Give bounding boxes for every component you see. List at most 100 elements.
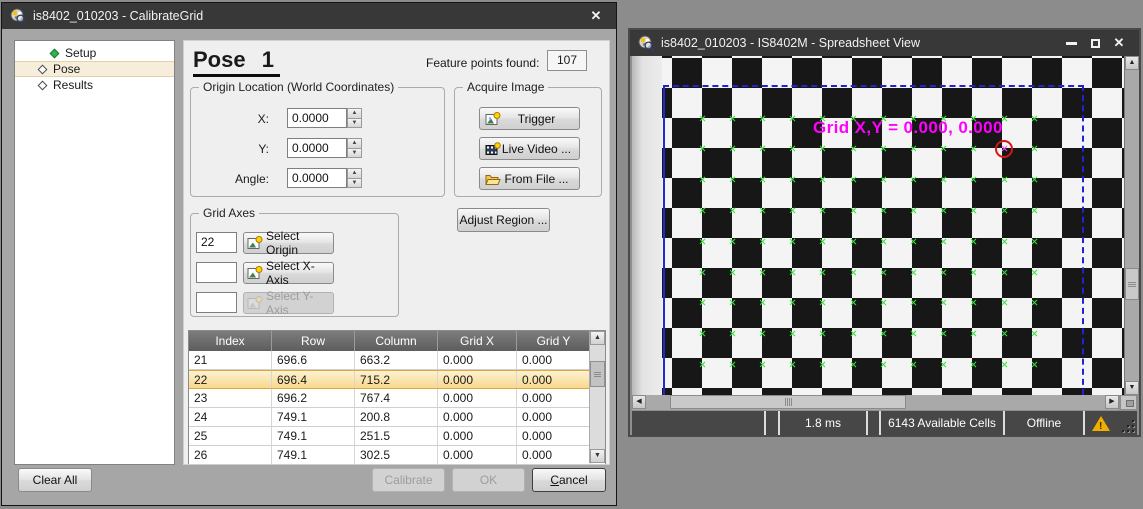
feature-cross-icon — [940, 330, 947, 337]
feature-cross-icon — [940, 207, 947, 214]
scroll-up-icon[interactable]: ▲ — [1125, 56, 1139, 70]
scroll-right-icon[interactable]: ▶ — [1105, 395, 1119, 409]
table-row[interactable]: 21 696.6 663.2 0.000 0.000 — [189, 351, 605, 370]
col-header-index[interactable]: Index — [189, 331, 272, 351]
y-field[interactable]: 0.0000 — [287, 138, 347, 158]
calibration-image[interactable]: Grid X,Y = 0.000, 0.000 — [632, 56, 1126, 395]
maximize-icon[interactable] — [1083, 30, 1107, 56]
angle-stepper[interactable]: ▲ ▼ — [347, 168, 362, 188]
spreadsheet-view-window: is8402_010203 - IS8402M - Spreadsheet Vi… — [628, 28, 1141, 437]
col-header-row[interactable]: Row — [272, 331, 355, 351]
feature-cross-icon — [850, 330, 857, 337]
spin-up-icon[interactable]: ▲ — [347, 138, 362, 148]
scroll-down-icon[interactable]: ▼ — [1125, 381, 1139, 395]
y-axis-point-field[interactable] — [196, 292, 237, 313]
feature-cross-icon — [970, 269, 977, 276]
group-title: Acquire Image — [463, 80, 548, 94]
col-header-grid-x[interactable]: Grid X — [438, 331, 517, 351]
select-origin-button[interactable]: Select Origin — [243, 232, 334, 254]
spin-down-icon[interactable]: ▼ — [347, 178, 362, 189]
feature-cross-icon — [970, 238, 977, 245]
feature-cross-icon — [1031, 330, 1038, 337]
feature-cross-icon — [789, 299, 796, 306]
horizontal-scrollbar[interactable]: ◀ ▶ — [632, 395, 1119, 410]
cell: 22 — [189, 371, 272, 388]
cell: 200.8 — [355, 408, 438, 426]
x-field[interactable]: 0.0000 — [287, 108, 347, 128]
scroll-left-icon[interactable]: ◀ — [632, 395, 646, 409]
feature-cross-icon — [1031, 145, 1038, 152]
image-left-margin — [632, 56, 662, 395]
table-row[interactable]: 23 696.2 767.4 0.000 0.000 — [189, 389, 605, 408]
scrollbar-thumb[interactable] — [590, 361, 605, 387]
cancel-button[interactable]: Cancel — [532, 468, 606, 492]
adjust-region-button[interactable]: Adjust Region ... — [457, 208, 550, 232]
window-titlebar[interactable]: is8402_010203 - IS8402M - Spreadsheet Vi… — [630, 30, 1139, 56]
feature-cross-icon — [1001, 299, 1008, 306]
close-icon[interactable]: ✕ — [1107, 30, 1131, 56]
feature-cross-icon — [850, 269, 857, 276]
live-video-button[interactable]: Live Video ... — [479, 137, 580, 160]
cell: 24 — [189, 408, 272, 426]
spin-down-icon[interactable]: ▼ — [347, 118, 362, 129]
cell: 26 — [189, 446, 272, 464]
feature-cross-icon — [850, 361, 857, 368]
feature-cross-icon — [729, 269, 736, 276]
spin-up-icon[interactable]: ▲ — [347, 108, 362, 118]
feature-cross-icon — [729, 330, 736, 337]
tree-item-pose[interactable]: Pose — [15, 61, 174, 77]
tree-item-results[interactable]: Results — [15, 77, 174, 93]
cell: 0.000 — [517, 351, 591, 369]
page-title: Pose 1 — [193, 47, 280, 77]
select-y-axis-icon — [247, 295, 263, 311]
scrollbar-thumb[interactable] — [670, 395, 906, 409]
feature-cross-icon — [759, 176, 766, 183]
cell: 0.000 — [517, 371, 591, 388]
minimize-icon[interactable] — [1059, 30, 1083, 56]
close-icon[interactable]: ✕ — [584, 3, 608, 29]
dialog-titlebar[interactable]: is8402_010203 - CalibrateGrid ✕ — [2, 3, 616, 29]
col-header-grid-y[interactable]: Grid Y — [517, 331, 591, 351]
cell: 749.1 — [272, 408, 355, 426]
scroll-down-icon[interactable]: ▼ — [590, 449, 605, 463]
spin-down-icon[interactable]: ▼ — [347, 148, 362, 159]
table-scrollbar[interactable]: ▲ ▼ — [589, 331, 605, 463]
x-axis-point-field[interactable] — [196, 262, 237, 283]
scrollbar-corner-box[interactable] — [1120, 395, 1137, 410]
table-row[interactable]: 26 749.1 302.5 0.000 0.000 — [189, 446, 605, 465]
cell: 0.000 — [438, 427, 517, 445]
feature-cross-icon — [789, 207, 796, 214]
clear-all-button[interactable]: Clear All — [18, 468, 92, 492]
table-row[interactable]: 25 749.1 251.5 0.000 0.000 — [189, 427, 605, 446]
feature-cross-icon — [850, 176, 857, 183]
trigger-button[interactable]: Trigger — [479, 107, 580, 130]
cell: 696.6 — [272, 351, 355, 369]
cell: 0.000 — [517, 389, 591, 407]
tree-item-label: Pose — [53, 62, 80, 76]
cell: 663.2 — [355, 351, 438, 369]
setup-complete-diamond-icon — [50, 48, 60, 58]
status-segment-empty — [632, 411, 766, 435]
scroll-up-icon[interactable]: ▲ — [590, 331, 605, 345]
feature-cross-icon — [970, 330, 977, 337]
select-x-axis-button[interactable]: Select X-Axis — [243, 262, 334, 284]
table-row[interactable]: 24 749.1 200.8 0.000 0.000 — [189, 408, 605, 427]
y-stepper[interactable]: ▲ ▼ — [347, 138, 362, 158]
button-label: Select Y-Axis — [266, 289, 333, 317]
scrollbar-thumb[interactable] — [1125, 268, 1139, 300]
cell: 0.000 — [517, 446, 591, 464]
origin-point-field[interactable]: 22 — [196, 232, 237, 253]
from-file-button[interactable]: From File ... — [479, 167, 580, 190]
angle-field[interactable]: 0.0000 — [287, 168, 347, 188]
button-label: OK — [480, 473, 497, 487]
resize-grip[interactable] — [1117, 411, 1137, 435]
col-header-column[interactable]: Column — [355, 331, 438, 351]
table-row-selected[interactable]: 22 696.4 715.2 0.000 0.000 — [189, 370, 605, 389]
feature-cross-icon — [910, 269, 917, 276]
x-stepper[interactable]: ▲ ▼ — [347, 108, 362, 128]
spin-up-icon[interactable]: ▲ — [347, 168, 362, 178]
feature-cross-icon — [789, 238, 796, 245]
tree-item-setup[interactable]: Setup — [15, 45, 174, 61]
vertical-scrollbar[interactable]: ▲ ▼ — [1124, 56, 1139, 395]
feature-cross-icon — [880, 299, 887, 306]
